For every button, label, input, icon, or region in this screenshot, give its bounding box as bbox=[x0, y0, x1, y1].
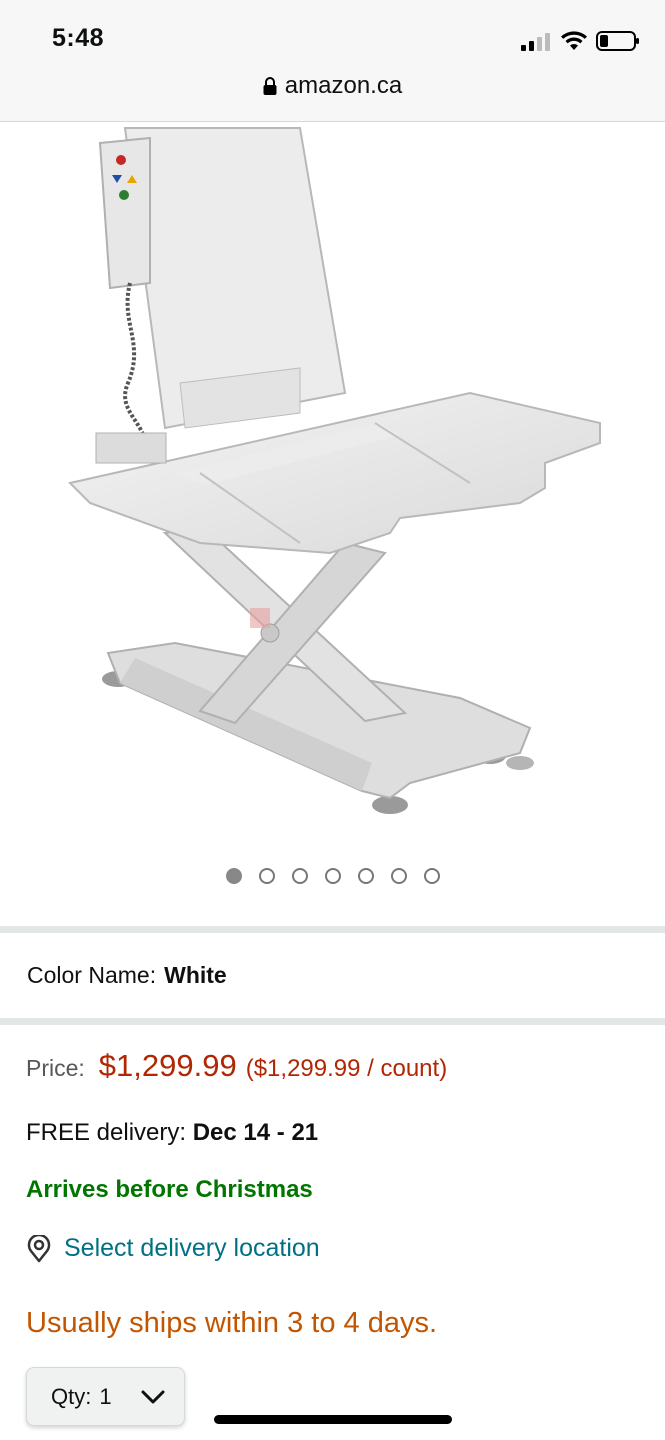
battery-icon bbox=[596, 31, 639, 51]
delivery-label: FREE delivery: bbox=[26, 1119, 187, 1146]
status-time: 5:48 bbox=[52, 24, 105, 52]
unit-price: ($1,299.99 / count) bbox=[245, 1055, 448, 1082]
availability-status: Usually ships within 3 to 4 days. bbox=[26, 1307, 438, 1339]
carousel-dot[interactable] bbox=[258, 868, 275, 884]
carousel-dot[interactable] bbox=[390, 868, 407, 884]
bath-lift-chair-image bbox=[68, 127, 601, 814]
carousel-dot[interactable] bbox=[291, 868, 308, 884]
quantity-selector[interactable]: Qty: 1 bbox=[26, 1367, 185, 1426]
section-divider bbox=[0, 1018, 665, 1025]
delivery-info: FREE delivery: Dec 14 - 21 bbox=[26, 1119, 318, 1147]
section-divider bbox=[0, 926, 665, 933]
color-variation[interactable]: Color Name: White bbox=[27, 962, 227, 989]
location-pin-icon bbox=[27, 1234, 51, 1262]
home-indicator[interactable] bbox=[214, 1415, 452, 1424]
select-location-link[interactable]: Select delivery location bbox=[26, 1234, 320, 1263]
price-value: $1,299.99 bbox=[98, 1048, 237, 1083]
arrives-note: Arrives before Christmas bbox=[26, 1176, 313, 1203]
product-image[interactable] bbox=[0, 123, 665, 858]
color-label: Color Name: bbox=[27, 962, 157, 988]
chevron-down-icon bbox=[141, 1390, 165, 1404]
price-block: Price: $1,299.99 ($1,299.99 / count) bbox=[26, 1048, 447, 1088]
color-value: White bbox=[164, 962, 227, 988]
price-label: Price: bbox=[26, 1055, 85, 1081]
delivery-dates: Dec 14 - 21 bbox=[192, 1119, 319, 1146]
carousel-dot[interactable] bbox=[324, 868, 341, 884]
location-link-text[interactable]: Select delivery location bbox=[64, 1234, 320, 1263]
url-text: amazon.ca bbox=[284, 72, 403, 99]
carousel-dot[interactable] bbox=[225, 868, 242, 884]
carousel-dot[interactable] bbox=[357, 868, 374, 884]
quantity-value: 1 bbox=[99, 1383, 112, 1409]
lock-icon bbox=[263, 77, 277, 95]
image-carousel-indicator[interactable] bbox=[0, 868, 665, 886]
cellular-signal-icon bbox=[521, 33, 550, 51]
status-bar: 5:48 bbox=[0, 0, 665, 64]
browser-address-bar[interactable]: amazon.ca bbox=[0, 64, 665, 122]
carousel-dot[interactable] bbox=[423, 868, 440, 884]
wifi-icon bbox=[561, 31, 587, 50]
quantity-label: Qty: bbox=[51, 1383, 92, 1409]
